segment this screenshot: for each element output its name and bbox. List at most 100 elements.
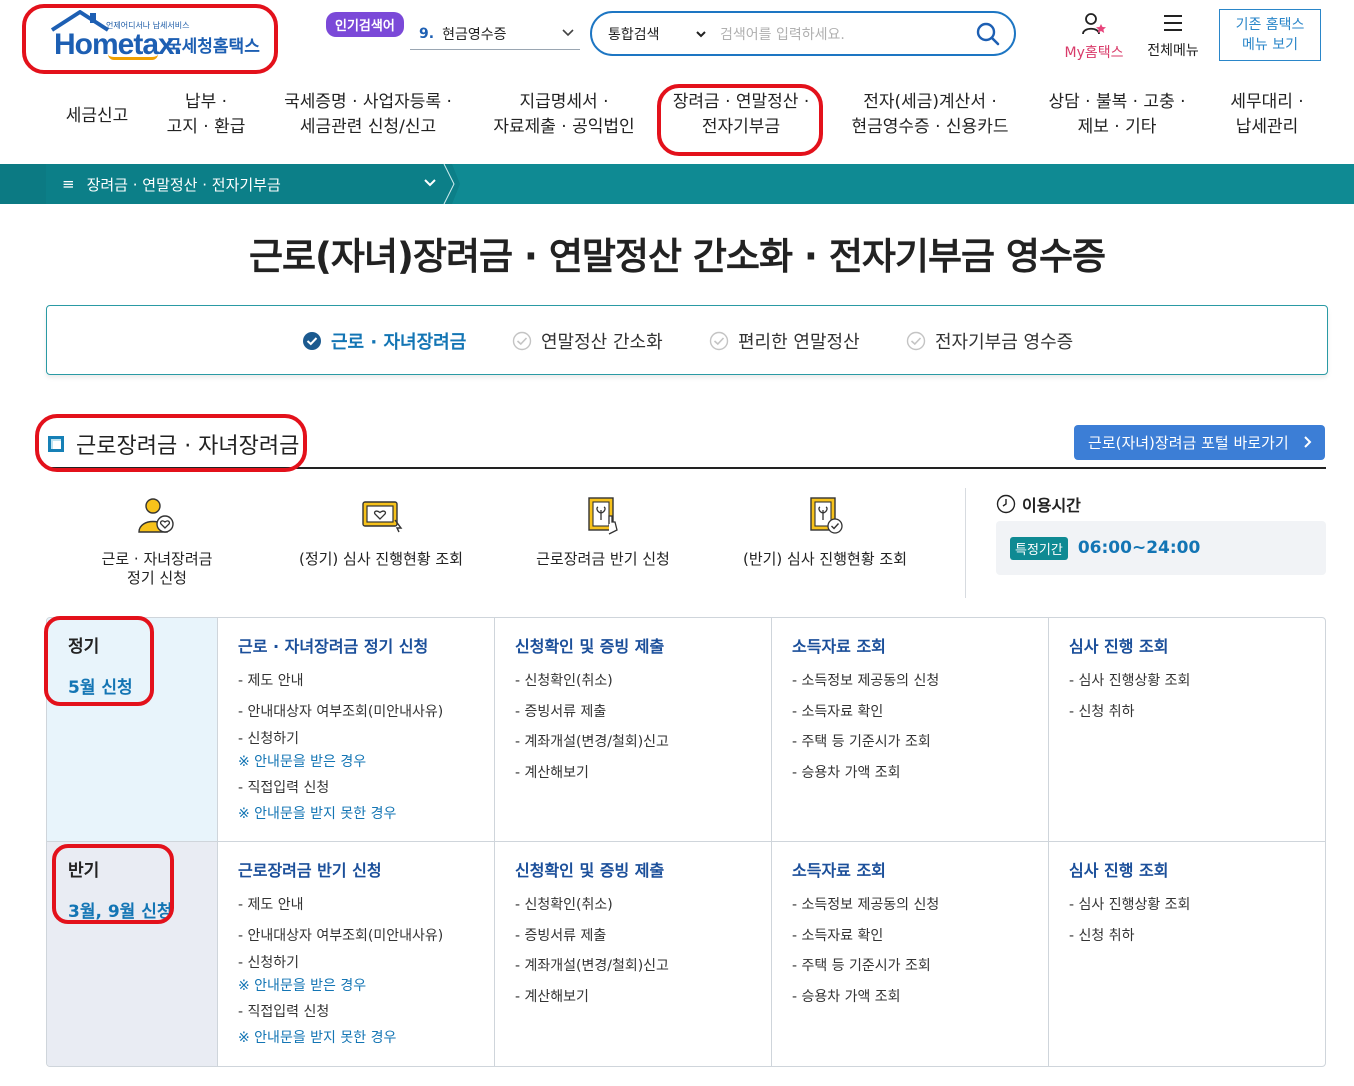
breadcrumb-home-block: [0, 164, 46, 204]
table-row-half-year: 반기 3월, 9월 신청 근로장려금 반기 신청 - 제도 안내 - 안내대상자…: [47, 842, 1325, 1066]
menu-note-link[interactable]: ※ 안내문을 받지 못한 경우: [238, 804, 494, 825]
menu-link[interactable]: - 안내대상자 여부조회(미안내사유): [238, 697, 494, 728]
gnb-item-tax-filing[interactable]: 세금신고: [60, 104, 134, 129]
menu-link[interactable]: - 심사 진행상황 조회: [1069, 666, 1325, 697]
menu-link[interactable]: - 주택 등 기준시가 조회: [792, 727, 1048, 758]
menu-link[interactable]: - 직접입력 신청: [238, 773, 494, 804]
legacy-menu-button[interactable]: 기존 홈택스 메뉴 보기: [1219, 9, 1321, 61]
menu-link[interactable]: - 안내대상자 여부조회(미안내사유): [238, 921, 494, 952]
menu-link[interactable]: - 계좌개설(변경/철회)신고: [515, 951, 771, 982]
usage-time-value: 06:00~24:00: [1077, 538, 1201, 558]
row-header-half-year: 반기 3월, 9월 신청: [47, 842, 217, 1066]
page-title: 근로(자녀)장려금 · 연말정산 간소화 · 전자기부금 영수증: [248, 235, 1106, 278]
check-circle-icon: [709, 331, 729, 351]
column-title[interactable]: 소득자료 조회: [792, 633, 1048, 657]
chevron-down-icon: [562, 29, 574, 37]
quick-links-divider: [965, 488, 966, 598]
quick-link-regular-apply[interactable]: 근로 · 자녀장려금 정기 신청: [52, 494, 262, 588]
legacy-menu-line2: 메뉴 보기: [1242, 37, 1298, 53]
menu-link[interactable]: - 신청하기: [238, 951, 494, 976]
legacy-menu-line1: 기존 홈택스: [1235, 17, 1305, 33]
all-menu-button[interactable]: 전체메뉴: [1142, 12, 1204, 60]
popular-term: 현금영수증: [442, 26, 507, 43]
menu-link[interactable]: - 소득정보 제공동의 신청: [792, 666, 1048, 697]
menu-column: 신청확인 및 증빙 제출 - 신청확인(취소) - 증빙서류 제출 - 계좌개설…: [494, 618, 771, 841]
menu-link[interactable]: - 증빙서류 제출: [515, 697, 771, 728]
search-scope-label: 통합검색: [608, 26, 660, 43]
menu-link[interactable]: - 직접입력 신청: [238, 997, 494, 1028]
gnb-item-incentives[interactable]: 장려금 · 연말정산 · 전자기부금: [666, 90, 816, 140]
tab-year-end-simplified[interactable]: 연말정산 간소화: [512, 328, 663, 354]
menu-note-link[interactable]: ※ 안내문을 받은 경우: [238, 976, 494, 997]
menu-link[interactable]: - 신청 취하: [1069, 697, 1325, 728]
section-divider: [48, 467, 1326, 469]
menu-link[interactable]: - 제도 안내: [238, 890, 494, 921]
usage-time-box: 특정기간 06:00~24:00: [996, 521, 1326, 575]
hometax-logo[interactable]: 언제어디서나 납세서비스 Hometax. 국세청홈택스: [48, 10, 263, 66]
search-input[interactable]: 검색어를 입력하세요.: [720, 24, 845, 44]
document-check-icon: [810, 497, 843, 534]
clock-icon: [996, 494, 1016, 514]
menu-column: 심사 진행 조회 - 심사 진행상황 조회 - 신청 취하: [1048, 618, 1325, 841]
menu-column: 근로장려금 반기 신청 - 제도 안내 - 안내대상자 여부조회(미안내사유) …: [217, 842, 494, 1066]
tab-convenient-year-end[interactable]: 편리한 연말정산: [709, 328, 860, 354]
quick-link-half-apply[interactable]: 근로장려금 반기 신청: [498, 494, 708, 569]
menu-column: 신청확인 및 증빙 제출 - 신청확인(취소) - 증빙서류 제출 - 계좌개설…: [494, 842, 771, 1066]
menu-link[interactable]: - 계산해보기: [515, 758, 771, 789]
breadcrumb-menu-icon: ≡: [62, 175, 75, 193]
my-hometax-link[interactable]: My홈택스: [1058, 12, 1130, 62]
menu-link[interactable]: - 주택 등 기준시가 조회: [792, 951, 1048, 982]
menu-link[interactable]: - 심사 진행상황 조회: [1069, 890, 1325, 921]
menu-link[interactable]: - 계좌개설(변경/철회)신고: [515, 727, 771, 758]
menu-link[interactable]: - 승용차 가액 조회: [792, 758, 1048, 789]
logo-agency-name: 국세청홈택스: [166, 37, 260, 57]
search-bar[interactable]: 통합검색 검색어를 입력하세요.: [590, 11, 1016, 56]
column-title[interactable]: 소득자료 조회: [792, 857, 1048, 881]
column-title[interactable]: 심사 진행 조회: [1069, 857, 1325, 881]
menu-link[interactable]: - 소득자료 확인: [792, 921, 1048, 952]
gnb-item-e-invoice[interactable]: 전자(세금)계산서 · 현금영수증 · 신용카드: [846, 90, 1014, 140]
search-scope-select[interactable]: 통합검색: [608, 24, 708, 44]
menu-link[interactable]: - 소득정보 제공동의 신청: [792, 890, 1048, 921]
breadcrumb-select[interactable]: ≡ 장려금 · 연말정산 · 전자기부금: [46, 164, 452, 204]
popular-search-select[interactable]: 9. 현금영수증: [410, 18, 580, 50]
check-circle-icon: [906, 331, 926, 351]
usage-time-title: 이용시간: [996, 492, 1081, 516]
gnb-item-consulting[interactable]: 상담 · 불복 · 고충 · 제보 · 기타: [1042, 90, 1192, 140]
gnb-item-payment[interactable]: 납부 · 고지 · 환급: [160, 90, 252, 140]
menu-note-link[interactable]: ※ 안내문을 받지 못한 경우: [238, 1028, 494, 1049]
person-heart-icon: [138, 498, 174, 533]
row-header-regular: 정기 5월 신청: [47, 618, 217, 841]
gnb-item-certificates[interactable]: 국세증명 · 사업자등록 · 세금관련 신청/신고: [278, 90, 458, 140]
my-hometax-label: My홈택스: [1064, 45, 1124, 61]
menu-link[interactable]: - 신청확인(취소): [515, 666, 771, 697]
column-title[interactable]: 근로장려금 반기 신청: [238, 857, 494, 881]
table-row-regular: 정기 5월 신청 근로 · 자녀장려금 정기 신청 - 제도 안내 - 안내대상…: [47, 618, 1325, 842]
gnb-item-tax-agent[interactable]: 세무대리 · 납세관리: [1220, 90, 1314, 140]
menu-link[interactable]: - 승용차 가액 조회: [792, 982, 1048, 1013]
column-title[interactable]: 신청확인 및 증빙 제출: [515, 857, 771, 881]
gnb-item-statements[interactable]: 지급명세서 · 자료제출 · 공익법인: [488, 90, 640, 140]
popular-search-badge: 인기검색어: [326, 12, 404, 37]
menu-link[interactable]: - 신청하기: [238, 727, 494, 752]
menu-link[interactable]: - 신청 취하: [1069, 921, 1325, 952]
chevron-right-icon: [1304, 436, 1312, 448]
menu-link[interactable]: - 신청확인(취소): [515, 890, 771, 921]
chevron-down-icon: [696, 30, 706, 37]
menu-link[interactable]: - 계산해보기: [515, 982, 771, 1013]
menu-link[interactable]: - 소득자료 확인: [792, 697, 1048, 728]
menu-link[interactable]: - 제도 안내: [238, 666, 494, 697]
quick-link-regular-status[interactable]: (정기) 심사 진행현황 조회: [276, 494, 486, 569]
menu-note-link[interactable]: ※ 안내문을 받은 경우: [238, 752, 494, 773]
column-title[interactable]: 신청확인 및 증빙 제출: [515, 633, 771, 657]
menu-link[interactable]: - 증빙서류 제출: [515, 921, 771, 952]
search-icon[interactable]: [976, 22, 1000, 46]
tab-earned-child-incentive[interactable]: 근로 · 자녀장려금: [302, 328, 466, 354]
tab-e-donation-receipt[interactable]: 전자기부금 영수증: [906, 328, 1073, 354]
column-title[interactable]: 근로 · 자녀장려금 정기 신청: [238, 633, 494, 657]
hamburger-icon: [1164, 15, 1182, 31]
section-square-icon: [48, 436, 64, 452]
column-title[interactable]: 심사 진행 조회: [1069, 633, 1325, 657]
incentive-portal-button[interactable]: 근로(자녀)장려금 포털 바로가기: [1074, 425, 1325, 460]
quick-link-half-status[interactable]: (반기) 심사 진행현황 조회: [720, 494, 930, 569]
